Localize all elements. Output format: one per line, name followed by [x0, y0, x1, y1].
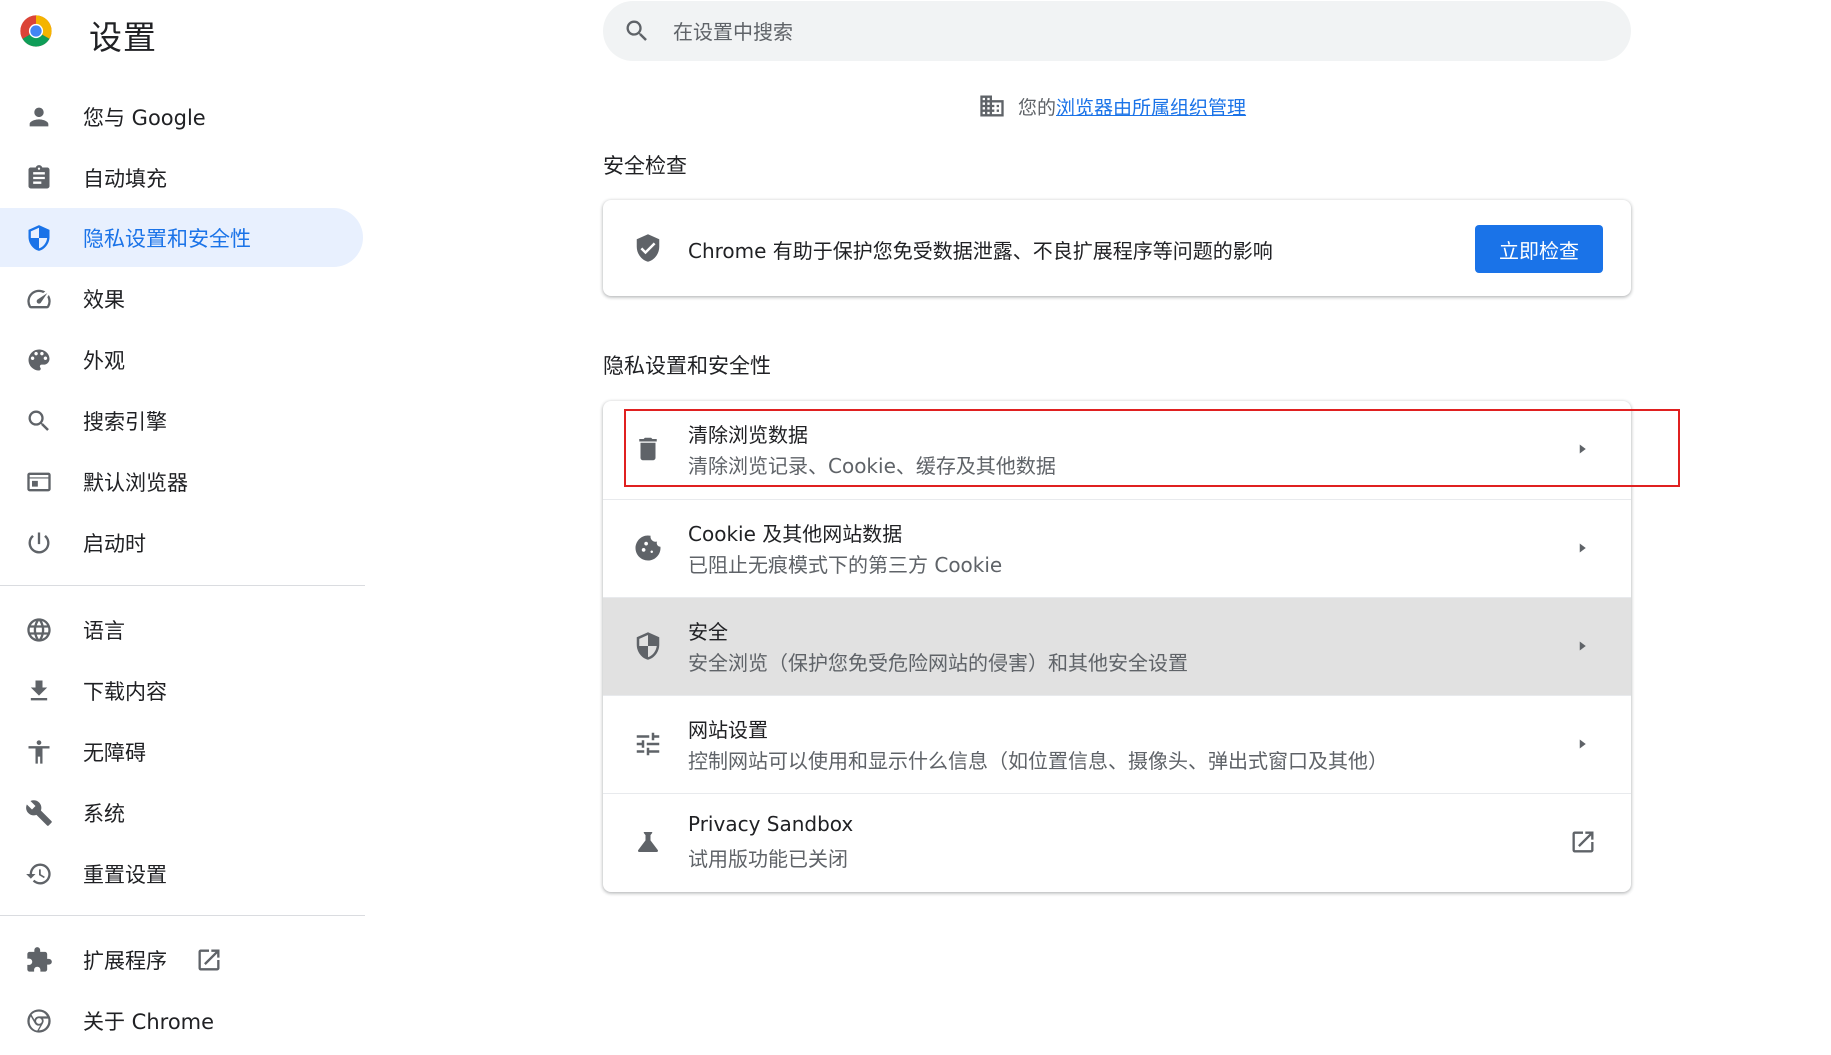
browser-icon [24, 467, 54, 497]
search-icon [24, 406, 54, 436]
verified-shield-icon [633, 233, 663, 263]
managed-notice-link[interactable]: 浏览器由所属组织管理 [1056, 93, 1246, 120]
sidebar-item-extensions[interactable]: 扩展程序 [0, 930, 363, 989]
sidebar-item-about-chrome[interactable]: 关于 Chrome [0, 991, 363, 1050]
security-row[interactable]: 安全 安全浏览（保护您免受危险网站的侵害）和其他安全设置 [603, 597, 1631, 696]
sidebar-item-reset-settings[interactable]: 重置设置 [0, 844, 363, 903]
search-input[interactable] [671, 11, 1575, 53]
globe-icon [24, 615, 54, 645]
cookie-icon [633, 533, 663, 563]
sidebar-item-label: 默认浏览器 [83, 470, 188, 495]
check-now-button[interactable]: 立即检查 [1475, 225, 1603, 273]
row-subtitle: 控制网站可以使用和显示什么信息（如位置信息、摄像头、弹出式窗口及其他） [688, 749, 1388, 773]
shield-icon [24, 223, 54, 253]
arrow-right-icon [1573, 735, 1591, 753]
assignment-icon [24, 163, 54, 193]
sidebar-item-label: 隐私设置和安全性 [83, 226, 251, 251]
speed-icon [24, 284, 54, 314]
safety-check-row: Chrome 有助于保护您免受数据泄露、不良扩展程序等问题的影响 立即检查 [603, 200, 1631, 296]
safety-check-card: Chrome 有助于保护您免受数据泄露、不良扩展程序等问题的影响 立即检查 [603, 200, 1631, 296]
sidebar-item-system[interactable]: 系统 [0, 783, 363, 842]
row-subtitle: 已阻止无痕模式下的第三方 Cookie [688, 553, 1003, 577]
sidebar-item-label: 启动时 [83, 531, 146, 556]
palette-icon [24, 345, 54, 375]
sidebar-item-label: 效果 [83, 287, 125, 312]
sidebar-divider [0, 915, 365, 916]
sidebar-item-downloads[interactable]: 下载内容 [0, 661, 363, 720]
chrome-icon [24, 1006, 54, 1036]
restore-icon [24, 859, 54, 889]
page-title: 设置 [89, 18, 157, 57]
row-title: Privacy Sandbox [688, 812, 854, 836]
flask-icon [633, 827, 663, 857]
arrow-right-icon [1573, 637, 1591, 655]
sidebar-item-label: 下载内容 [83, 679, 167, 704]
download-icon [24, 676, 54, 706]
managed-notice: 您的 浏览器由所属组织管理 [978, 92, 1246, 120]
sidebar-item-search-engine[interactable]: 搜索引擎 [0, 391, 363, 450]
sidebar-item-default-browser[interactable]: 默认浏览器 [0, 452, 363, 511]
open-in-new-icon [1569, 828, 1597, 856]
sidebar-item-label: 语言 [83, 618, 125, 643]
sidebar-item-label: 搜索引擎 [83, 409, 167, 434]
row-title: 安全 [688, 620, 728, 644]
sidebar-item-languages[interactable]: 语言 [0, 600, 363, 659]
arrow-right-icon [1573, 539, 1591, 557]
wrench-icon [24, 798, 54, 828]
settings-search-bar[interactable] [603, 1, 1631, 61]
sidebar-item-label: 外观 [83, 348, 125, 373]
sidebar-item-label: 系统 [83, 801, 125, 826]
site-settings-row[interactable]: 网站设置 控制网站可以使用和显示什么信息（如位置信息、摄像头、弹出式窗口及其他） [603, 695, 1631, 794]
cookies-row[interactable]: Cookie 及其他网站数据 已阻止无痕模式下的第三方 Cookie [603, 499, 1631, 598]
privacy-section-title: 隐私设置和安全性 [603, 354, 771, 378]
row-subtitle: 安全浏览（保护您免受危险网站的侵害）和其他安全设置 [688, 651, 1188, 675]
managed-notice-prefix: 您的 [1018, 96, 1057, 119]
row-title: 网站设置 [688, 718, 768, 742]
sidebar-item-you-and-google[interactable]: 您与 Google [0, 87, 363, 146]
sidebar-item-label: 您与 Google [83, 105, 206, 130]
row-subtitle: 试用版功能已关闭 [688, 847, 848, 871]
sidebar-item-label: 关于 Chrome [83, 1009, 215, 1034]
person-icon [24, 102, 54, 132]
row-title: 清除浏览数据 [688, 423, 808, 447]
open-in-new-icon [195, 946, 223, 974]
row-title: Cookie 及其他网站数据 [688, 522, 903, 546]
chrome-logo-icon [19, 14, 53, 48]
sidebar-item-performance[interactable]: 效果 [0, 269, 363, 328]
accessibility-icon [24, 737, 54, 767]
trash-icon [633, 434, 663, 464]
security-shield-icon [633, 631, 663, 661]
business-icon [978, 92, 1006, 120]
sidebar-item-accessibility[interactable]: 无障碍 [0, 722, 363, 781]
extension-icon [24, 945, 54, 975]
safety-check-description: Chrome 有助于保护您免受数据泄露、不良扩展程序等问题的影响 [688, 239, 1273, 263]
tune-icon [633, 729, 663, 759]
search-icon [623, 17, 651, 45]
sidebar-divider [0, 585, 365, 586]
sidebar-item-label: 扩展程序 [83, 948, 167, 973]
clear-browsing-data-row[interactable]: 清除浏览数据 清除浏览记录、Cookie、缓存及其他数据 [603, 401, 1631, 499]
privacy-card: 清除浏览数据 清除浏览记录、Cookie、缓存及其他数据 Cookie 及其他网… [603, 401, 1631, 892]
sidebar-item-label: 重置设置 [83, 862, 167, 887]
sidebar-item-label: 自动填充 [83, 166, 167, 191]
safety-check-title: 安全检查 [603, 154, 687, 178]
arrow-right-icon [1573, 440, 1591, 458]
sidebar-item-label: 无障碍 [83, 740, 146, 765]
sidebar-item-appearance[interactable]: 外观 [0, 330, 363, 389]
power-icon [24, 528, 54, 558]
privacy-sandbox-row[interactable]: Privacy Sandbox 试用版功能已关闭 [603, 793, 1631, 892]
sidebar-item-privacy-security[interactable]: 隐私设置和安全性 [0, 208, 363, 267]
sidebar-item-on-startup[interactable]: 启动时 [0, 513, 363, 572]
row-subtitle: 清除浏览记录、Cookie、缓存及其他数据 [688, 454, 1056, 478]
sidebar-item-autofill[interactable]: 自动填充 [0, 148, 363, 207]
